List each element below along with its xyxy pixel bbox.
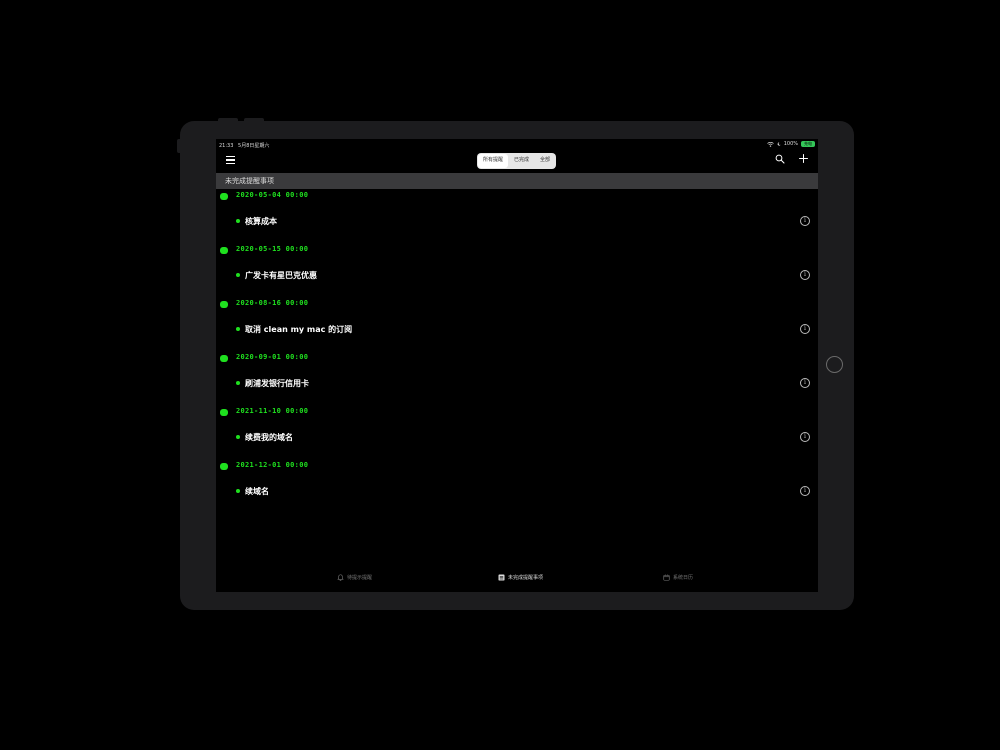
reminder-date: 2020-05-04 00:00 bbox=[236, 191, 309, 199]
reminder-title: 取消 clean my mac 的订阅 bbox=[245, 325, 353, 334]
item-bullet bbox=[236, 273, 240, 277]
reminder-title: 广发卡有星巴克优惠 bbox=[245, 271, 317, 280]
reminder-list: 2020-05-04 00:00 核算成本 i 2020-05-15 00:00… bbox=[216, 189, 818, 513]
item-bullet bbox=[236, 327, 240, 331]
side-volume-button bbox=[177, 139, 180, 153]
date-marker bbox=[220, 301, 228, 308]
tab-label: 待提示提醒 bbox=[347, 575, 373, 581]
wifi-icon bbox=[766, 141, 774, 147]
reminder-item[interactable]: 续费我的域名 i bbox=[216, 427, 818, 447]
tab-pending-reminders[interactable]: 待提示提醒 bbox=[337, 574, 372, 581]
info-icon[interactable]: i bbox=[800, 324, 810, 334]
reminder-group: 2020-08-16 00:00 取消 clean my mac 的订阅 i bbox=[216, 297, 818, 351]
segment-completed[interactable]: 已完成 bbox=[509, 154, 534, 168]
moon-icon bbox=[777, 142, 781, 146]
date-row: 2021-12-01 00:00 bbox=[216, 459, 818, 473]
reminder-date: 2020-08-16 00:00 bbox=[236, 299, 309, 307]
date-marker bbox=[220, 463, 228, 470]
info-icon[interactable]: i bbox=[800, 270, 810, 280]
date-row: 2020-09-01 00:00 bbox=[216, 351, 818, 365]
item-bullet bbox=[236, 219, 240, 223]
screen: 21:33 5月8日星期六 100% 充电 所有提醒 已完成 全部 未完成提醒事… bbox=[216, 139, 818, 592]
segment-all-reminders[interactable]: 所有提醒 bbox=[478, 154, 509, 168]
tab-label: 未完成提醒事项 bbox=[508, 575, 544, 581]
reminder-title: 核算成本 bbox=[245, 217, 277, 226]
tab-incomplete-reminders[interactable]: 未完成提醒事项 bbox=[498, 574, 543, 581]
reminder-item[interactable]: 续域名 i bbox=[216, 481, 818, 501]
item-bullet bbox=[236, 435, 240, 439]
reminder-title: 续费我的域名 bbox=[245, 433, 293, 442]
reminder-group: 2020-05-15 00:00 广发卡有星巴克优惠 i bbox=[216, 243, 818, 297]
menu-icon[interactable] bbox=[226, 156, 235, 165]
reminder-date: 2021-11-10 00:00 bbox=[236, 407, 309, 415]
search-icon[interactable] bbox=[775, 154, 785, 164]
info-icon[interactable]: i bbox=[800, 378, 810, 388]
reminder-group: 2020-05-04 00:00 核算成本 i bbox=[216, 189, 818, 243]
item-bullet bbox=[236, 381, 240, 385]
status-bar: 21:33 5月8日星期六 100% 充电 bbox=[216, 139, 818, 151]
section-header: 未完成提醒事项 bbox=[216, 173, 818, 189]
tab-label: 系统日历 bbox=[673, 575, 694, 581]
add-icon[interactable] bbox=[798, 153, 809, 164]
list-icon bbox=[498, 574, 505, 581]
date-row: 2020-08-16 00:00 bbox=[216, 297, 818, 311]
battery-icon: 充电 bbox=[801, 141, 815, 147]
status-clock: 21:33 bbox=[219, 143, 234, 149]
reminder-item[interactable]: 核算成本 i bbox=[216, 211, 818, 231]
status-time: 21:33 5月8日星期六 bbox=[219, 142, 269, 149]
info-icon[interactable]: i bbox=[800, 216, 810, 226]
info-icon[interactable]: i bbox=[800, 432, 810, 442]
reminder-item[interactable]: 刷浦发银行信用卡 i bbox=[216, 373, 818, 393]
reminder-date: 2020-05-15 00:00 bbox=[236, 245, 309, 253]
calendar-icon bbox=[663, 574, 670, 581]
bell-icon bbox=[337, 574, 344, 581]
reminder-item[interactable]: 广发卡有星巴克优惠 i bbox=[216, 265, 818, 285]
date-marker bbox=[220, 409, 228, 416]
top-button-2 bbox=[244, 118, 264, 121]
date-row: 2021-11-10 00:00 bbox=[216, 405, 818, 419]
reminder-group: 2021-11-10 00:00 续费我的域名 i bbox=[216, 405, 818, 459]
date-marker bbox=[220, 193, 228, 200]
status-date: 5月8日星期六 bbox=[238, 143, 270, 149]
reminder-date: 2020-09-01 00:00 bbox=[236, 353, 309, 361]
navigation-bar: 所有提醒 已完成 全部 bbox=[216, 151, 818, 173]
tab-bar: 待提示提醒 未完成提醒事项 系统日历 bbox=[216, 570, 818, 592]
top-button bbox=[218, 118, 238, 121]
date-marker bbox=[220, 247, 228, 254]
tab-system-calendar[interactable]: 系统日历 bbox=[663, 574, 693, 581]
reminder-item[interactable]: 取消 clean my mac 的订阅 i bbox=[216, 319, 818, 339]
date-marker bbox=[220, 355, 228, 362]
home-button[interactable] bbox=[826, 356, 843, 373]
date-row: 2020-05-15 00:00 bbox=[216, 243, 818, 257]
filter-segmented-control: 所有提醒 已完成 全部 bbox=[477, 153, 557, 169]
reminder-title: 刷浦发银行信用卡 bbox=[245, 379, 309, 388]
reminder-group: 2021-12-01 00:00 续域名 i bbox=[216, 459, 818, 513]
ipad-frame: 21:33 5月8日星期六 100% 充电 所有提醒 已完成 全部 未完成提醒事… bbox=[177, 118, 854, 610]
reminder-title: 续域名 bbox=[245, 487, 269, 496]
reminder-date: 2021-12-01 00:00 bbox=[236, 461, 309, 469]
reminder-group: 2020-09-01 00:00 刷浦发银行信用卡 i bbox=[216, 351, 818, 405]
status-indicators: 100% 充电 bbox=[766, 141, 815, 147]
date-row: 2020-05-04 00:00 bbox=[216, 189, 818, 203]
battery-percent: 100% bbox=[783, 141, 798, 147]
segment-all[interactable]: 全部 bbox=[535, 154, 555, 168]
item-bullet bbox=[236, 489, 240, 493]
info-icon[interactable]: i bbox=[800, 486, 810, 496]
